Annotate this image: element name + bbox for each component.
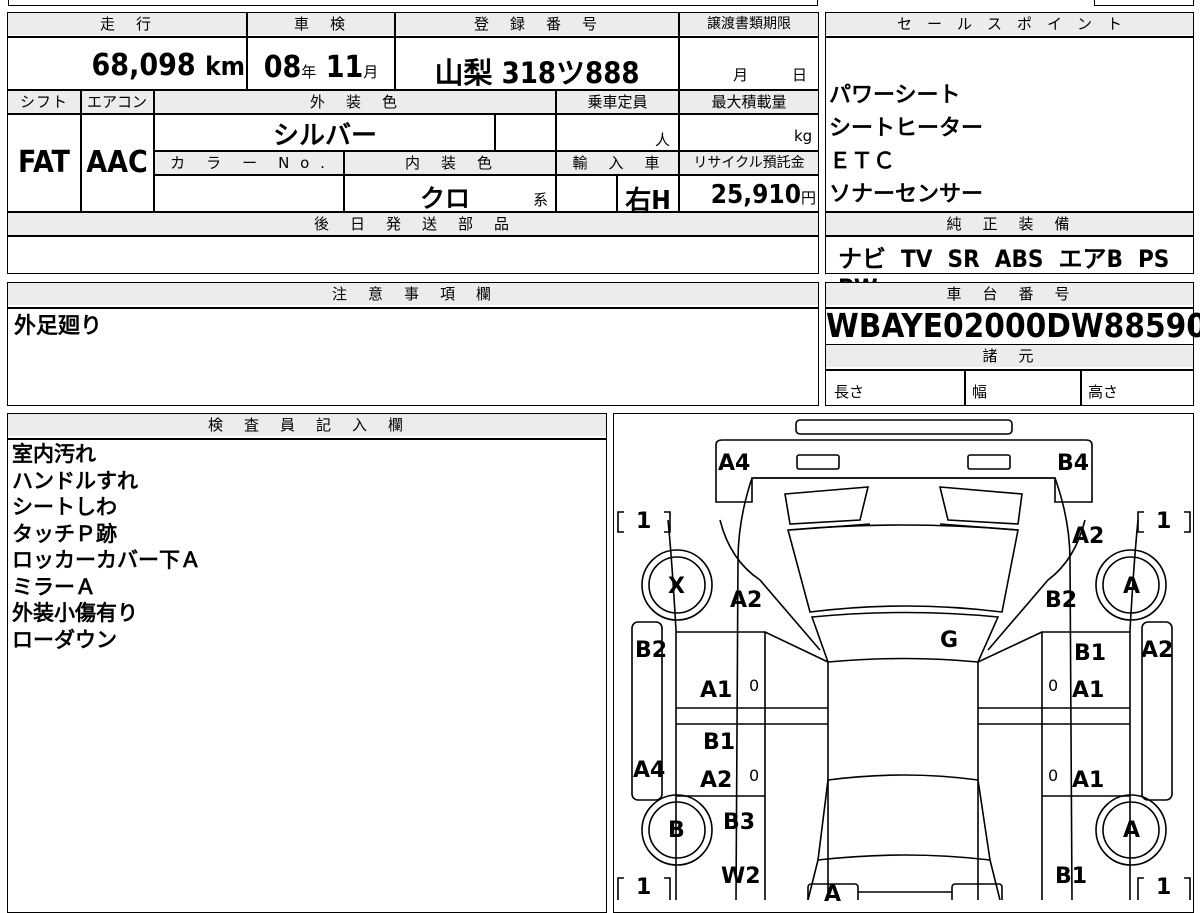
- label-l-front-zero: 0: [749, 676, 760, 695]
- label-r-rear-b1: B1: [1055, 864, 1088, 889]
- label-l-rear-w2: W2: [721, 864, 761, 889]
- label-bracket-rr: 1: [1156, 875, 1172, 900]
- label-right-side-a2: A2: [1141, 638, 1174, 663]
- label-r-rear-zero: 0: [1048, 766, 1059, 785]
- label-l-rear-door-b1: B1: [703, 730, 736, 755]
- label-r-front-zero: 0: [1048, 676, 1059, 695]
- label-rr-wheel: A: [1123, 818, 1141, 843]
- label-l-rear-door: A2: [700, 768, 733, 793]
- label-fl-fender: A2: [730, 588, 763, 613]
- car-outline-diagram: [617, 419, 1191, 900]
- label-r-front-door: A1: [1072, 678, 1105, 703]
- label-front-left: A4: [718, 451, 751, 476]
- label-bracket-rl: 1: [636, 875, 652, 900]
- label-r-front-door-b1: B1: [1074, 641, 1107, 666]
- label-fr-fender-top: A2: [1072, 524, 1105, 549]
- label-l-front-door: A1: [700, 678, 733, 703]
- label-front-right: B4: [1057, 451, 1090, 476]
- label-r-rear-door: A1: [1072, 768, 1105, 793]
- label-left-side-b2: B2: [635, 638, 668, 663]
- label-fl-wheel: X: [668, 574, 685, 599]
- label-rear: A: [824, 882, 842, 907]
- label-l-rear-zero: 0: [749, 766, 760, 785]
- label-windshield: G: [940, 628, 959, 653]
- label-rl-wheel: B: [668, 818, 685, 843]
- label-fr-fender: B2: [1045, 588, 1078, 613]
- label-l-rear-b3: B3: [723, 810, 756, 835]
- label-bracket-fl: 1: [636, 509, 652, 534]
- label-bracket-fr: 1: [1156, 509, 1172, 534]
- label-fr-wheel: A: [1123, 574, 1141, 599]
- label-left-rocker: A4: [633, 758, 666, 783]
